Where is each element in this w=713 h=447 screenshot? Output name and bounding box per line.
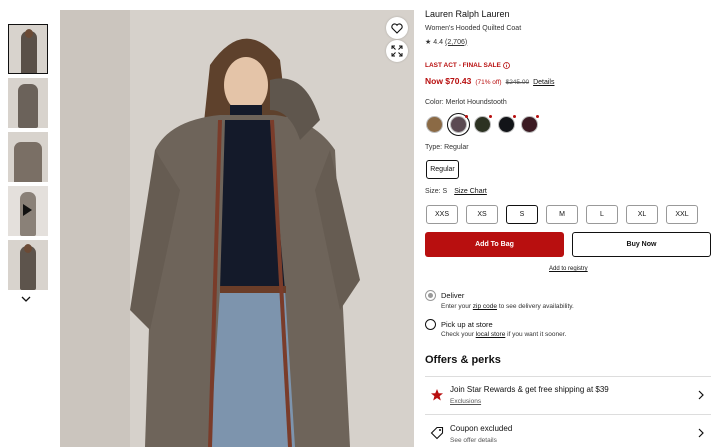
type-label: Type: Regular	[425, 144, 469, 151]
exclusions-link[interactable]: Exclusions	[450, 398, 481, 405]
star-icon	[431, 389, 443, 401]
tag-icon	[430, 426, 444, 440]
coat-model-illustration	[60, 10, 414, 447]
size-option-xl[interactable]: XL	[626, 205, 658, 224]
color-swatch-olive[interactable]	[474, 115, 492, 133]
size-label: Size: S	[425, 188, 448, 195]
percent-off: (71% off)	[475, 79, 502, 86]
price-details-link[interactable]: Details	[533, 79, 554, 86]
size-option-s[interactable]: S	[506, 205, 538, 224]
color-swatch-merlot[interactable]	[521, 115, 539, 133]
pickup-subtext: Check your local store if you want it so…	[441, 331, 566, 338]
heart-icon	[391, 22, 403, 34]
size-chart-link[interactable]: Size Chart	[454, 188, 487, 195]
star-icon: ★	[425, 39, 432, 46]
size-option-xxs[interactable]: XXS	[426, 205, 458, 224]
local-store-link[interactable]: local store	[476, 331, 506, 338]
expand-image-button[interactable]	[386, 40, 408, 62]
product-brand[interactable]: Lauren Ralph Lauren	[425, 9, 510, 19]
current-price: Now $70.43	[425, 76, 472, 86]
zip-code-link[interactable]: zip code	[473, 303, 497, 310]
final-sale-label: LAST ACT - FINAL SALE	[425, 62, 510, 69]
size-option-xxl[interactable]: XXL	[666, 205, 698, 224]
chevron-down-icon[interactable]	[21, 294, 31, 304]
size-option-l[interactable]: L	[586, 205, 618, 224]
chevron-right-icon	[698, 390, 704, 400]
offers-title: Offers & perks	[425, 354, 501, 366]
sale-dot	[536, 115, 539, 118]
deliver-sub-pre: Enter your	[441, 303, 473, 310]
main-product-image[interactable]	[60, 10, 414, 447]
thumbnail-head	[24, 244, 32, 253]
deliver-subtext: Enter your zip code to see delivery avai…	[441, 303, 574, 310]
color-swatch-merlot-houndstooth[interactable]	[447, 113, 470, 136]
perk-coupon-excluded[interactable]: Coupon excluded See offer details	[425, 414, 711, 447]
product-rating: ★ 4.4 (2,706)	[425, 38, 467, 47]
sale-dot	[489, 115, 492, 118]
thumbnail-5[interactable]	[8, 240, 48, 290]
offer-details-link[interactable]: See offer details	[450, 437, 497, 444]
deliver-title: Deliver	[441, 291, 465, 300]
chevron-right-icon	[698, 428, 704, 438]
thumbnail-image	[18, 84, 38, 128]
sale-dot	[465, 115, 468, 118]
pickup-sub-post: if you want it sooner.	[505, 331, 567, 338]
info-icon[interactable]	[502, 62, 510, 69]
thumbnail-2[interactable]	[8, 78, 48, 128]
thumbnail-3[interactable]	[8, 132, 48, 182]
add-to-registry-link[interactable]: Add to registry	[549, 266, 588, 272]
deliver-radio[interactable]	[425, 290, 436, 301]
size-label-row: Size: S Size Chart	[425, 188, 487, 195]
buy-now-button[interactable]: Buy Now	[572, 232, 711, 257]
perk-title: Join Star Rewards & get free shipping at…	[450, 385, 609, 394]
size-option-xs[interactable]: XS	[466, 205, 498, 224]
thumbnail-image	[14, 142, 42, 182]
original-price: $245.00	[505, 79, 530, 86]
perk-star-rewards[interactable]: Join Star Rewards & get free shipping at…	[425, 376, 711, 413]
pickup-radio[interactable]	[425, 319, 436, 330]
perk-title: Coupon excluded	[450, 424, 513, 433]
color-swatch-tan-houndstooth[interactable]	[426, 116, 443, 133]
thumbnail-1[interactable]	[8, 24, 48, 74]
type-regular-button[interactable]: Regular	[426, 160, 459, 179]
play-icon	[23, 204, 32, 216]
pickup-title: Pick up at store	[441, 320, 493, 329]
thumbnail-head	[25, 29, 33, 38]
size-option-m[interactable]: M	[546, 205, 578, 224]
price-row: Now $70.43 (71% off) $245.00 Details	[425, 76, 554, 86]
sale-dot	[513, 115, 516, 118]
review-count-link[interactable]: (2,706)	[445, 39, 467, 46]
color-label: Color: Merlot Houndstooth	[425, 99, 507, 106]
color-swatch-black[interactable]	[498, 115, 516, 133]
final-sale-text: LAST ACT - FINAL SALE	[425, 62, 501, 69]
thumbnail-video[interactable]	[8, 186, 48, 236]
add-to-bag-button[interactable]: Add To Bag	[425, 232, 564, 257]
favorite-button[interactable]	[386, 17, 408, 39]
deliver-sub-post: to see delivery availability.	[497, 303, 574, 310]
expand-icon	[391, 45, 403, 57]
rating-value: 4.4	[433, 38, 444, 46]
product-name: Women's Hooded Quilted Coat	[425, 25, 522, 32]
pickup-sub-pre: Check your	[441, 331, 476, 338]
